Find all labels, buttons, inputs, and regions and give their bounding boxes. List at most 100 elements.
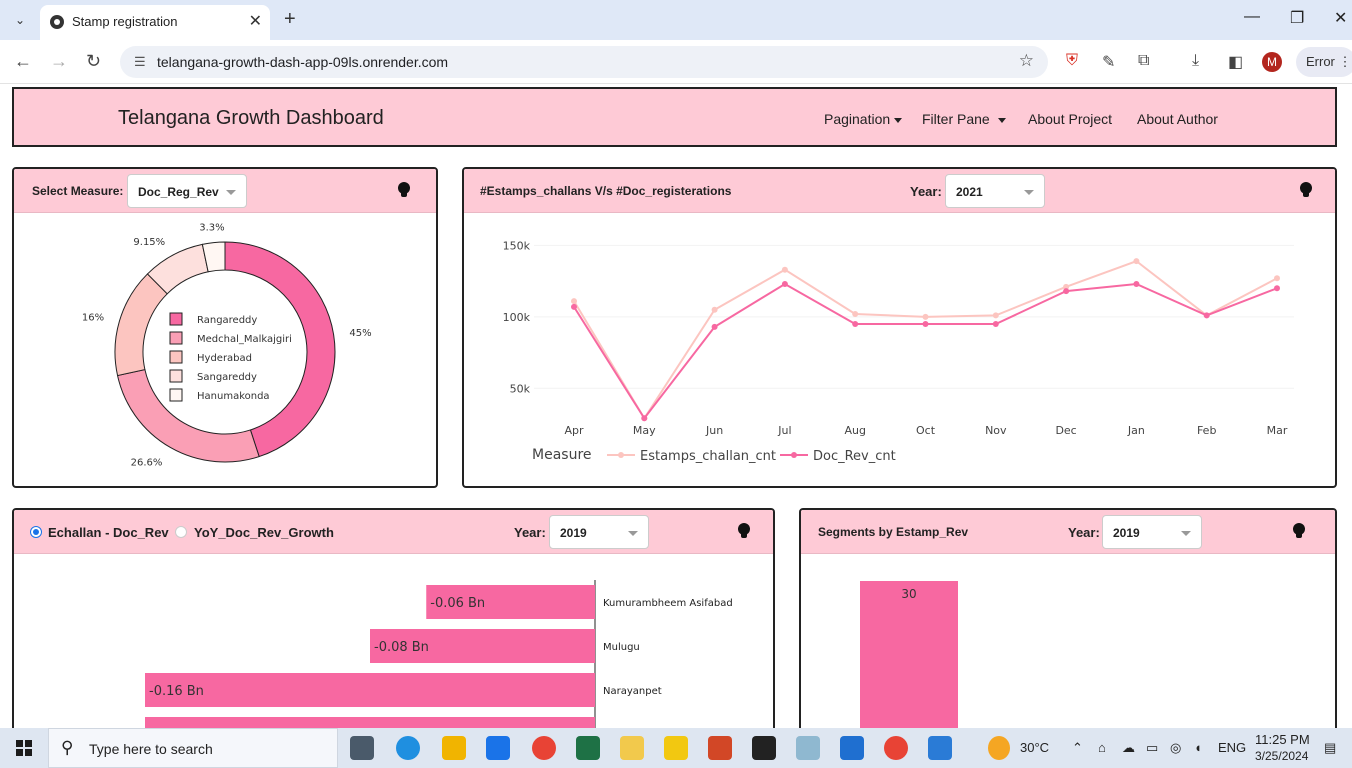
language-indicator[interactable]: ENG	[1218, 740, 1246, 755]
pen-icon[interactable]: ✎	[1102, 52, 1115, 72]
dropdown-arrow-icon	[1024, 190, 1034, 195]
segment-bar	[860, 581, 958, 735]
dropdown-arrow-icon	[628, 531, 638, 536]
volume-icon[interactable]: ◖	[1194, 740, 1202, 755]
lightbulb-icon[interactable]	[738, 523, 750, 539]
radio1-label[interactable]: Echallan - Doc_Rev	[48, 525, 169, 540]
bar-card: Echallan - Doc_Rev YoY_Doc_Rev_Growth Ye…	[12, 508, 775, 738]
lightbulb-icon[interactable]	[398, 182, 410, 198]
legend-label: Sangareddy	[197, 372, 257, 383]
clock-time[interactable]: 11:25 PM	[1255, 732, 1310, 747]
task-view-icon[interactable]	[350, 736, 374, 760]
power-bi-icon[interactable]	[664, 736, 688, 760]
clock-date[interactable]: 3/25/2024	[1255, 749, 1308, 763]
year-dropdown[interactable]: 2019	[549, 515, 649, 549]
lightbulb-icon[interactable]	[1300, 182, 1312, 198]
reload-icon[interactable]: ↻	[86, 51, 101, 72]
nav-pagination[interactable]: Pagination	[824, 111, 903, 127]
segments-bar-chart: 30	[860, 581, 958, 735]
vscode-icon[interactable]	[840, 736, 864, 760]
nav-about-project[interactable]: About Project	[1028, 111, 1112, 127]
radio2-label[interactable]: YoY_Doc_Rev_Growth	[194, 525, 334, 540]
year-dropdown[interactable]: 2019	[1102, 515, 1202, 549]
radio-yoy-growth[interactable]	[175, 526, 187, 538]
windows-start-icon[interactable]	[16, 740, 32, 756]
back-icon[interactable]: ←	[14, 51, 32, 72]
error-label: Error	[1306, 54, 1335, 69]
data-point	[1133, 281, 1140, 287]
edge-icon[interactable]	[396, 736, 420, 760]
donut-card-header: Select Measure: Doc_Reg_Rev	[14, 169, 436, 213]
bookmark-star-icon[interactable]: ☆	[1019, 51, 1034, 71]
mail-icon[interactable]	[486, 736, 510, 760]
download-icon[interactable]: ⤓	[1192, 52, 1199, 70]
new-tab-icon[interactable]: +	[284, 8, 296, 31]
forward-icon[interactable]: →	[50, 51, 68, 72]
legend-swatch	[169, 369, 183, 383]
battery-icon[interactable]: ▭	[1146, 740, 1158, 756]
error-button[interactable]: Error ⋮	[1296, 47, 1352, 77]
snipping-tool-icon[interactable]	[620, 736, 644, 760]
excel-icon[interactable]	[576, 736, 600, 760]
legend-label: Hanumakonda	[197, 391, 270, 402]
legend-label: Rangareddy	[197, 315, 257, 326]
data-point	[781, 281, 788, 287]
restore-icon[interactable]: ❐	[1290, 8, 1304, 28]
x-tick-label: Jan	[1127, 424, 1145, 437]
taskbar-search[interactable]: ⚲ Type here to search	[48, 728, 338, 768]
extension-shield-icon[interactable]: ⛨	[1066, 52, 1078, 70]
measure-value: Doc_Reg_Rev	[138, 185, 219, 199]
windows-taskbar: ⚲ Type here to search 30°C ⌃ ⌂ ☁ ▭ ◎ ◖ E…	[0, 728, 1352, 768]
network-icon[interactable]: ⌂	[1098, 740, 1106, 755]
hbar-category-label: Mulugu	[603, 642, 640, 653]
tab-title: Stamp registration	[72, 14, 178, 29]
data-point	[711, 306, 718, 313]
notepad-icon[interactable]	[796, 736, 820, 760]
side-panel-icon[interactable]: ◧	[1228, 52, 1243, 72]
year-value: 2021	[956, 185, 983, 199]
data-point	[852, 321, 859, 327]
weather-icon[interactable]	[988, 736, 1010, 760]
measure-label: Select Measure:	[32, 184, 124, 198]
legend-label: Hyderabad	[197, 353, 252, 364]
legend-marker	[618, 452, 624, 458]
dashboard-title[interactable]: Telangana Growth Dashboard	[118, 107, 384, 130]
line-card-header: #Estamps_challans V/s #Doc_registeration…	[464, 169, 1335, 213]
cloud-icon[interactable]: ☁	[1122, 740, 1135, 756]
data-point	[992, 312, 999, 319]
notion-icon[interactable]	[752, 736, 776, 760]
tray-chevron-icon[interactable]: ⌃	[1072, 740, 1083, 756]
address-bar[interactable]: ☰ telangana-growth-dash-app-09ls.onrende…	[120, 46, 1048, 78]
browser-tab[interactable]: Stamp registration ✕	[40, 5, 270, 40]
measure-dropdown[interactable]: Doc_Reg_Rev	[127, 174, 247, 208]
photos-icon[interactable]	[928, 736, 952, 760]
notifications-icon[interactable]: ▤	[1324, 740, 1336, 756]
radio-echallan-doc-rev[interactable]	[30, 526, 42, 538]
profile-avatar[interactable]: M	[1262, 52, 1282, 72]
globe-icon[interactable]: ◎	[1170, 740, 1181, 756]
tab-search-icon[interactable]: ⌄	[8, 8, 32, 32]
hbar	[145, 673, 595, 707]
x-tick-label: Dec	[1055, 424, 1076, 437]
nav-about-author[interactable]: About Author	[1137, 111, 1218, 127]
weather-temp[interactable]: 30°C	[1020, 740, 1049, 755]
chrome-active-icon[interactable]	[884, 736, 908, 760]
nav-filter-pane[interactable]: Filter Pane	[922, 111, 1006, 127]
close-icon[interactable]: ✕	[249, 11, 262, 31]
extensions-puzzle-icon[interactable]: ⧉	[1138, 52, 1149, 70]
site-settings-icon[interactable]: ☰	[134, 54, 146, 70]
minimize-icon[interactable]: —	[1244, 8, 1260, 26]
line-card: #Estamps_challans V/s #Doc_registeration…	[462, 167, 1337, 488]
chrome-icon[interactable]	[532, 736, 556, 760]
year-dropdown[interactable]: 2021	[945, 174, 1045, 208]
x-tick-label: Jun	[705, 424, 723, 437]
legend-swatch	[169, 350, 183, 364]
window-close-icon[interactable]: ✕	[1334, 8, 1347, 28]
x-tick-label: Nov	[985, 424, 1007, 437]
powerpoint-icon[interactable]	[708, 736, 732, 760]
lightbulb-icon[interactable]	[1293, 523, 1305, 539]
file-explorer-icon[interactable]	[442, 736, 466, 760]
chevron-down-icon	[894, 117, 903, 123]
favicon-icon	[50, 15, 64, 29]
url-text[interactable]: telangana-growth-dash-app-09ls.onrender.…	[157, 54, 448, 70]
